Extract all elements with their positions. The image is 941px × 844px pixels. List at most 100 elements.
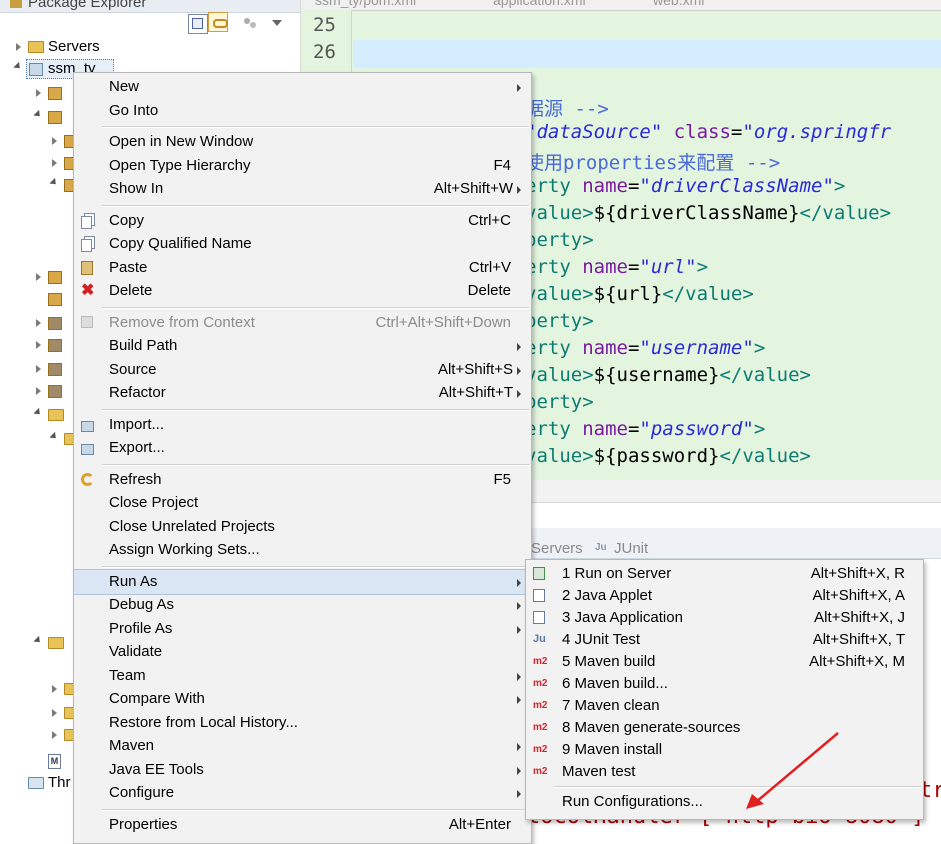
menu-item-shortcut: Alt+Enter: [448, 815, 511, 833]
tab-junit[interactable]: JUnit: [614, 540, 648, 557]
submenu-arrow-icon: [517, 672, 521, 681]
menu-item-refresh[interactable]: Refresh F5: [74, 469, 531, 491]
menu-item-go-into[interactable]: Go Into: [74, 100, 531, 122]
menu-item-configure[interactable]: Configure: [74, 782, 531, 804]
menu-item-export[interactable]: Export...: [74, 437, 531, 459]
menu-item-open-type-hierarchy[interactable]: Open Type Hierarchy F4: [74, 155, 531, 177]
menu-item-source[interactable]: Source Alt+Shift+S: [74, 359, 531, 381]
menu-item-shortcut: Alt+Shift+S: [437, 360, 513, 378]
menu-item-delete[interactable]: ✖ Delete Delete: [74, 280, 531, 302]
menu-item-label: Profile As: [109, 619, 173, 637]
menu-item-label: Restore from Local History...: [109, 713, 298, 731]
run-as-item-maven-test[interactable]: m2 Maven test: [526, 761, 923, 783]
run-as-item-2-java-applet[interactable]: 2 Java Applet Alt+Shift+X, A: [526, 585, 923, 607]
code-token: ${driverClassName}: [593, 202, 800, 224]
menu-item-compare-with[interactable]: Compare With: [74, 688, 531, 710]
run-as-submenu[interactable]: 1 Run on Server Alt+Shift+X, R 2 Java Appl…: [525, 559, 924, 820]
package-explorer-title[interactable]: Package Explorer: [28, 0, 146, 11]
code-token: erty: [525, 418, 583, 440]
run-as-item-3-java-application[interactable]: 3 Java Application Alt+Shift+X, J: [526, 607, 923, 629]
editor-tab[interactable]: ssm_ty/pom.xml: [315, 0, 416, 8]
menu-item-import[interactable]: Import...: [74, 414, 531, 436]
menu-item-label: 9 Maven install: [562, 741, 663, 758]
menu-item-restore-from-local-history[interactable]: Restore from Local History...: [74, 712, 531, 734]
view-options-icon[interactable]: [242, 16, 262, 36]
menu-item-properties[interactable]: Properties Alt+Enter: [74, 814, 531, 836]
working-set-icon: [28, 777, 44, 789]
run-as-item-8-maven-generate-sources[interactable]: m2 8 Maven generate-sources: [526, 717, 923, 739]
code-line: value>${username}</value>: [525, 364, 811, 386]
project-context-menu[interactable]: New Go Into Open in New Window Open Type Hi…: [73, 72, 532, 844]
menu-item-copy-qualified-name[interactable]: Copy Qualified Name: [74, 233, 531, 255]
menu-item-java-ee-tools[interactable]: Java EE Tools: [74, 759, 531, 781]
menu-separator: [102, 408, 529, 411]
editor-tab[interactable]: application.xml: [493, 0, 586, 8]
menu-item-show-in[interactable]: Show In Alt+Shift+W: [74, 178, 531, 200]
menu-item-shortcut: Alt+Shift+X, A: [812, 587, 905, 604]
submenu-arrow-icon: [517, 343, 521, 351]
menu-item-label: 7 Maven clean: [562, 697, 660, 714]
code-line: erty name="username">: [525, 337, 765, 359]
folder-icon: [28, 41, 44, 53]
code-token: erty: [525, 256, 583, 278]
menu-item-label: Java EE Tools: [109, 760, 204, 778]
menu-item-run-as[interactable]: Run As: [74, 568, 531, 595]
code-token: "password": [639, 418, 754, 440]
menu-item-shortcut: Alt+Shift+W: [433, 180, 513, 197]
menu-item-new[interactable]: New: [74, 76, 531, 98]
code-token: ${password}: [593, 445, 720, 467]
run-as-item-7-maven-clean[interactable]: m2 7 Maven clean: [526, 695, 923, 717]
menu-item-paste[interactable]: Paste Ctrl+V: [74, 257, 531, 279]
menu-item-debug-as[interactable]: Debug As: [74, 594, 531, 616]
menu-item-shortcut: Alt+Shift+X, M: [809, 653, 905, 670]
expand-icon[interactable]: [16, 43, 21, 51]
menu-item-label: 6 Maven build...: [562, 675, 668, 692]
code-line: perty>: [525, 229, 594, 251]
code-token: name: [582, 175, 628, 197]
submenu-arrow-icon: [517, 696, 521, 704]
link-with-editor-icon[interactable]: [208, 12, 228, 32]
menu-item-maven[interactable]: Maven: [74, 735, 531, 757]
run-as-item-1-run-on-server[interactable]: 1 Run on Server Alt+Shift+X, R: [526, 563, 923, 585]
run-as-item-5-maven-build[interactable]: m2 5 Maven build Alt+Shift+X, M: [526, 651, 923, 673]
code-line: 使用properties来配置 -->: [525, 148, 780, 175]
menu-item-open-in-new-window[interactable]: Open in New Window: [74, 131, 531, 153]
tab-servers[interactable]: Servers: [531, 540, 583, 557]
menu-item-close-project[interactable]: Close Project: [74, 492, 531, 514]
run-as-item-run-configurations[interactable]: Run Configurations...: [526, 791, 923, 813]
menu-item-build-path[interactable]: Build Path: [74, 335, 531, 357]
junit-icon: Ju: [533, 633, 546, 645]
menu-item-close-unrelated-projects[interactable]: Close Unrelated Projects: [74, 516, 531, 538]
submenu-arrow-icon: [517, 366, 521, 375]
collapse-all-icon[interactable]: [188, 14, 208, 34]
maven-icon: m2: [533, 656, 548, 667]
menu-item-profile-as[interactable]: Profile As: [74, 618, 531, 640]
editor-tab[interactable]: web.xml: [653, 0, 704, 8]
code-line: 据源 -->: [525, 94, 609, 121]
menu-item-validate[interactable]: Validate: [74, 641, 531, 663]
run-as-item-9-maven-install[interactable]: m2 9 Maven install: [526, 739, 923, 761]
code-token: >: [696, 256, 709, 278]
code-token: >: [833, 175, 846, 197]
package-icon: [48, 87, 62, 100]
menu-item-team[interactable]: Team: [74, 665, 531, 687]
code-token: =: [627, 337, 640, 359]
menu-item-label: Run Configurations...: [562, 793, 703, 810]
package-icon: [48, 293, 62, 306]
submenu-arrow-icon: [517, 84, 521, 92]
delete-icon: ✖: [81, 282, 95, 299]
menu-item-copy[interactable]: Copy Ctrl+C: [74, 210, 531, 232]
maven-icon: m2: [533, 766, 548, 777]
run-as-item-4-junit-test[interactable]: Ju 4 JUnit Test Alt+Shift+X, T: [526, 629, 923, 651]
menu-separator: [102, 306, 529, 309]
menu-item-assign-working-sets[interactable]: Assign Working Sets...: [74, 539, 531, 561]
import-icon: [81, 420, 94, 432]
code-token: "org.springfr: [742, 121, 892, 143]
menu-item-refactor[interactable]: Refactor Alt+Shift+T: [74, 382, 531, 404]
code-token: value>: [525, 445, 594, 467]
remove-context-icon: [81, 315, 93, 328]
run-as-item-6-maven-build[interactable]: m2 6 Maven build...: [526, 673, 923, 695]
collapse-icon[interactable]: [13, 61, 23, 72]
code-token: =: [627, 418, 640, 440]
view-menu-icon[interactable]: [270, 18, 290, 38]
